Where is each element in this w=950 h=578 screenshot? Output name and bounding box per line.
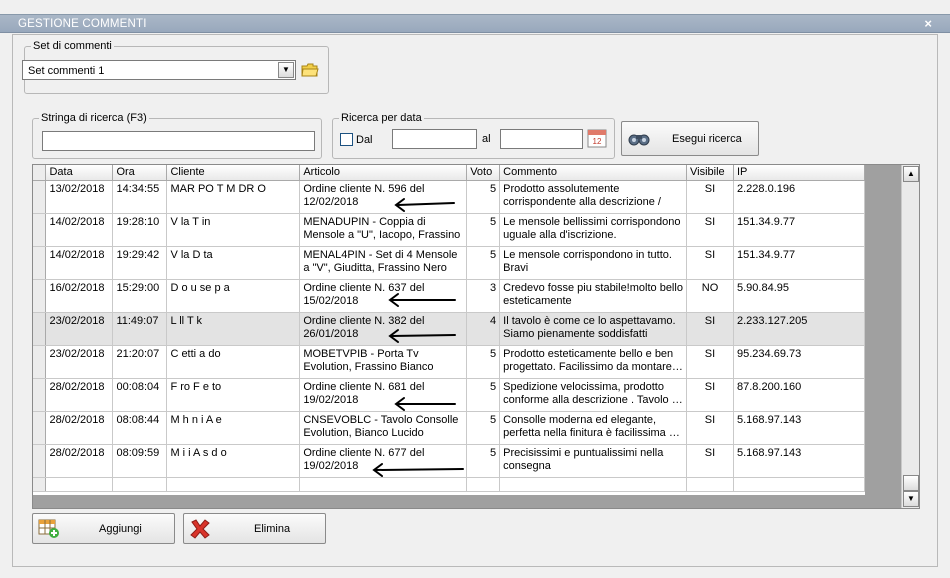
delete-button-label: Elimina [254,522,291,535]
annotation-arrows [372,198,464,477]
add-button-label: Aggiungi [99,522,142,535]
delete-button[interactable]: Elimina [183,513,326,544]
red-x-icon [189,518,211,543]
grid-add-icon [38,519,60,542]
add-button[interactable]: Aggiungi [32,513,175,544]
